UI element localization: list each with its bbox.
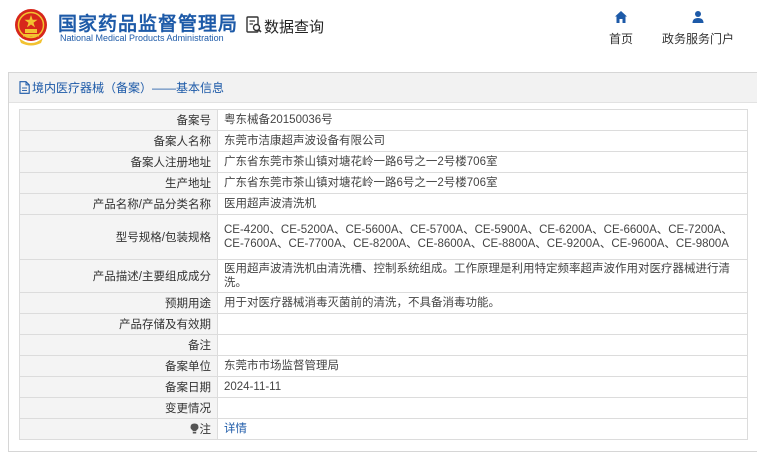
field-value: 东莞市洁康超声波设备有限公司 <box>217 130 748 152</box>
table-row: 产品名称/产品分类名称 医用超声波清洗机 <box>19 193 748 215</box>
field-label: 产品名称/产品分类名称 <box>19 193 218 215</box>
field-label: 变更情况 <box>19 397 218 419</box>
nav-service-portal-label: 政务服务门户 <box>661 32 734 46</box>
panel-title: 境内医疗器械（备案）——基本信息 <box>32 81 225 95</box>
table-row: 型号规格/包装规格 CE-4200、CE-5200A、CE-5600A、CE-5… <box>19 214 748 260</box>
field-value: 2024-11-11 <box>217 376 748 398</box>
table-row: 备注 <box>19 334 748 356</box>
field-label: 备案日期 <box>19 376 218 398</box>
user-icon <box>692 11 704 23</box>
home-icon <box>615 11 627 23</box>
table-row: 产品存储及有效期 <box>19 313 748 335</box>
panel-header: 境内医疗器械（备案）——基本信息 <box>9 73 757 103</box>
field-label: 备案单位 <box>19 355 218 377</box>
table-row: 备案人注册地址 广东省东莞市茶山镇对塘花岭一路6号之一2号楼706室 <box>19 151 748 173</box>
table-row: 预期用途 用于对医疗器械消毒灭菌前的清洗，不具备消毒功能。 <box>19 292 748 314</box>
nav-service-portal-link[interactable]: 政务服务门户 <box>656 10 740 47</box>
field-value: 广东省东莞市茶山镇对塘花岭一路6号之一2号楼706室 <box>217 172 748 194</box>
field-label: 注 <box>19 418 218 440</box>
details-link[interactable]: 详情 <box>224 423 247 435</box>
field-label: 型号规格/包装规格 <box>19 214 218 260</box>
field-value: 广东省东莞市茶山镇对塘花岭一路6号之一2号楼706室 <box>217 151 748 173</box>
table-row: 备案人名称 东莞市洁康超声波设备有限公司 <box>19 130 748 152</box>
field-label: 预期用途 <box>19 292 218 314</box>
table-row: 生产地址 广东省东莞市茶山镇对塘花岭一路6号之一2号楼706室 <box>19 172 748 194</box>
field-label: 产品存储及有效期 <box>19 313 218 335</box>
field-label: 备案人注册地址 <box>19 151 218 173</box>
table-row: 注 详情 <box>19 418 748 440</box>
field-value <box>217 397 748 419</box>
record-panel: 境内医疗器械（备案）——基本信息 备案号 粤东械备20150036号 备案人名称… <box>8 72 757 452</box>
national-emblem-logo <box>15 9 47 46</box>
field-value <box>217 334 748 356</box>
field-value: CE-4200、CE-5200A、CE-5600A、CE-5700A、CE-59… <box>217 214 748 260</box>
field-label: 备案号 <box>19 109 218 131</box>
field-value: 医用超声波清洗机 <box>217 193 748 215</box>
field-label: 产品描述/主要组成成分 <box>19 259 218 293</box>
field-value: 粤东械备20150036号 <box>217 109 748 131</box>
note-label: 注 <box>199 424 212 436</box>
field-value: 医用超声波清洗机由清洗槽、控制系统组成。工作原理是利用特定频率超声波作用对医疗器… <box>217 259 748 293</box>
site-header: 国家药品监督管理局 National Medical Products Admi… <box>0 0 757 62</box>
field-label: 备案人名称 <box>19 130 218 152</box>
nav-home-link[interactable]: 首页 <box>598 10 644 47</box>
table-row: 变更情况 <box>19 397 748 419</box>
nav-home-label: 首页 <box>608 32 633 46</box>
site-name-cn: 国家药品监督管理局 <box>58 14 239 35</box>
field-value <box>217 313 748 335</box>
lightbulb-icon <box>190 423 198 434</box>
site-name-en: National Medical Products Administration <box>60 33 224 43</box>
data-query-icon <box>246 16 262 33</box>
field-value: 用于对医疗器械消毒灭菌前的清洗，不具备消毒功能。 <box>217 292 748 314</box>
table-row: 产品描述/主要组成成分 医用超声波清洗机由清洗槽、控制系统组成。工作原理是利用特… <box>19 259 748 293</box>
table-row: 备案单位 东莞市市场监督管理局 <box>19 355 748 377</box>
data-query-label: 数据查询 <box>264 19 325 36</box>
field-label: 生产地址 <box>19 172 218 194</box>
field-label: 备注 <box>19 334 218 356</box>
record-detail-table: 备案号 粤东械备20150036号 备案人名称 东莞市洁康超声波设备有限公司 备… <box>19 109 748 440</box>
field-value: 详情 <box>217 418 748 440</box>
table-row: 备案日期 2024-11-11 <box>19 376 748 398</box>
document-icon <box>19 81 30 94</box>
field-value: 东莞市市场监督管理局 <box>217 355 748 377</box>
table-row: 备案号 粤东械备20150036号 <box>19 109 748 131</box>
